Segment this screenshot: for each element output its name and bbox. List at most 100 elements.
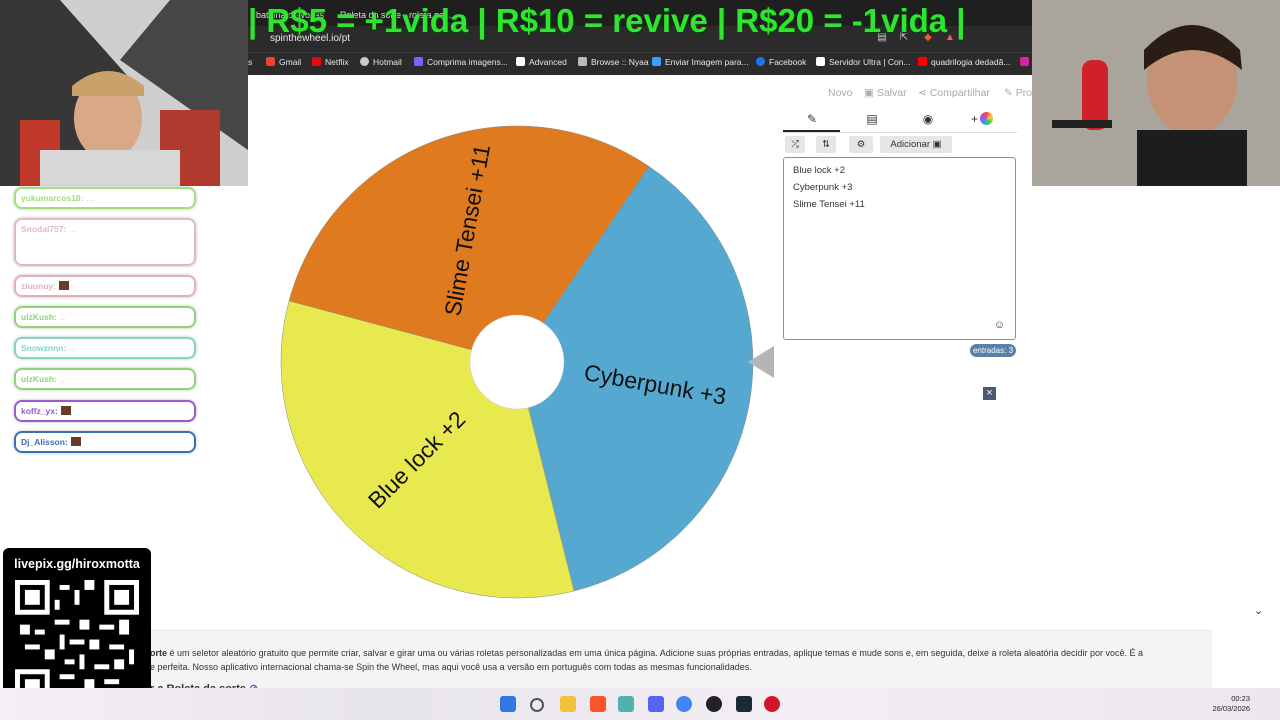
edit-entries-tab[interactable]: ✎ <box>799 112 825 130</box>
share-button[interactable]: ⋖ Compartilhar <box>918 87 990 99</box>
gmail-icon <box>266 57 275 66</box>
webcam-left-image <box>0 0 248 186</box>
color-wheel-icon <box>980 112 993 125</box>
app-icon[interactable] <box>618 696 634 712</box>
pro-button[interactable]: ✎ Pro <box>1004 87 1032 99</box>
chat-text: ... <box>59 312 67 322</box>
media-player-icon[interactable] <box>764 696 780 712</box>
chat-username: ulzKush: <box>21 374 57 384</box>
windows-start-icon[interactable] <box>500 696 516 712</box>
chrome-icon[interactable] <box>676 696 692 712</box>
share-icon: ⋖ <box>918 87 930 99</box>
plus-icon: + <box>970 112 978 126</box>
bookmark-overflow[interactable]: s <box>248 57 252 67</box>
webcam-right <box>1032 0 1280 186</box>
chat-text: ... <box>69 224 77 234</box>
qr-code-icon <box>15 580 139 704</box>
bookmark-comprima[interactable]: Comprima imagens... <box>414 57 508 67</box>
bookmark-enviar-imagem[interactable]: Enviar Imagem para... <box>652 57 749 67</box>
entry-line: Slime Tensei +11 <box>793 199 865 210</box>
description-text: orte é um seletor aleatório gratuito que… <box>150 646 1190 674</box>
bookmark-advanced[interactable]: Advanced <box>516 57 567 67</box>
emoji-icon[interactable]: ☺ <box>994 319 1005 331</box>
sort-button[interactable]: ⇅ <box>816 136 836 153</box>
comprima-icon <box>414 57 423 66</box>
chat-message: Snowznnn:... <box>14 337 196 359</box>
clock-date: 26/03/2026 <box>1212 704 1250 713</box>
discord-icon[interactable] <box>648 696 664 712</box>
bookmark-nyaa[interactable]: Browse :: Nyaa <box>578 57 649 67</box>
hide-tab[interactable]: ◉ <box>915 112 941 130</box>
chat-username: Dj_Alisson: <box>21 437 68 447</box>
chat-username: ziuunuy: <box>21 281 56 291</box>
obs-icon[interactable] <box>706 696 722 712</box>
chat-message: Dj_Alisson: <box>14 431 196 453</box>
bookmark-netflix[interactable]: Netflix <box>312 57 349 67</box>
description-line-2: e perfeita. Nosso aplicativo internacion… <box>150 662 752 672</box>
entry-line: Blue lock +2 <box>793 165 846 176</box>
chat-text: ... <box>69 343 77 353</box>
bookmark-gmail[interactable]: Gmail <box>266 57 301 67</box>
save-button[interactable]: ▣ Salvar <box>864 87 907 99</box>
spin-wheel[interactable]: Slime Tensei +11Cyberpunk +3Blue lock +2 <box>278 122 758 602</box>
close-icon[interactable]: × <box>983 387 996 400</box>
nyaa-icon <box>578 57 587 66</box>
search-icon[interactable] <box>530 698 544 712</box>
chat-message: ulzKush:... <box>14 306 196 328</box>
chat-message: yukumarcos18:... <box>14 187 196 209</box>
chat-message: koffz_yx: <box>14 400 196 422</box>
entries-count-badge: entradas: 3 <box>970 344 1016 357</box>
youtube-icon <box>918 57 927 66</box>
enviar-imagem-icon <box>652 57 661 66</box>
livepix-link: livepix.gg/hiroxmotta <box>14 557 140 571</box>
chat-username: Snowznnn: <box>21 343 67 353</box>
add-wheel-tab[interactable]: + <box>969 112 995 130</box>
chat-text: ... <box>86 193 94 203</box>
taskbar: 00:23 26/03/2026 <box>0 688 1280 720</box>
description-bold: orte <box>150 648 168 658</box>
instagram-icon <box>1020 57 1029 66</box>
wheel-center-hub[interactable] <box>469 314 565 410</box>
pencil-icon: ✎ <box>1004 87 1016 99</box>
active-tab-indicator <box>783 130 840 132</box>
steam-icon[interactable] <box>736 696 752 712</box>
sort-icon: ⇅ <box>822 139 830 150</box>
file-explorer-icon[interactable] <box>560 696 576 712</box>
webcam-left <box>0 0 248 186</box>
add-image-label: Adicionar <box>890 139 930 150</box>
bookmark-servidor-ultra[interactable]: Servidor Ultra | Con... <box>816 57 911 67</box>
entry-line: Cyberpunk +3 <box>793 182 853 193</box>
image-icon: ▣ <box>932 139 942 150</box>
chevron-down-icon[interactable]: ⌄ <box>1254 604 1266 617</box>
chat-message: Snodal757:... <box>14 218 196 266</box>
new-wheel-button[interactable]: Novo <box>828 87 853 99</box>
emote-icon <box>60 406 71 415</box>
settings-button[interactable]: ⚙ <box>849 136 873 153</box>
entries-textarea[interactable]: Blue lock +2 Cyberpunk +3 Slime Tensei +… <box>783 157 1016 340</box>
chat-username: koffz_yx: <box>21 406 58 416</box>
results-tab[interactable]: ▤ <box>859 112 885 130</box>
bookmarks-bar: s Gmail Netflix Hotmail Comprima imagens… <box>248 52 1032 75</box>
chat-username: ulzKush: <box>21 312 57 322</box>
system-clock[interactable]: 00:23 26/03/2026 <box>1212 694 1250 714</box>
donation-banner: | R$5 = +1vida | R$10 = revive | R$20 = … <box>248 2 966 39</box>
add-image-button[interactable]: Adicionar ▣ <box>880 136 952 153</box>
netflix-icon <box>312 57 321 66</box>
bookmark-facebook[interactable]: Facebook <box>756 57 806 67</box>
clipboard-icon: ▤ <box>866 112 878 126</box>
brave-browser-icon[interactable] <box>590 696 606 712</box>
bookmark-hotmail[interactable]: Hotmail <box>360 57 402 67</box>
emote-icon <box>70 437 81 446</box>
hotmail-icon <box>360 57 369 66</box>
chat-username: yukumarcos18: <box>21 193 84 203</box>
chat-username: Snodal757: <box>21 224 67 234</box>
facebook-icon <box>756 57 765 66</box>
gear-icon: ⚙ <box>856 139 866 150</box>
description-section: orte é um seletor aleatório gratuito que… <box>150 630 1212 695</box>
chat-message: ulzKush:... <box>14 368 196 390</box>
bookmark-quadrilogia[interactable]: quadrilogia dedadã... <box>918 57 1010 67</box>
chat-message: ziuunuy: <box>14 275 196 297</box>
bookmark-instagram[interactable] <box>1020 57 1033 67</box>
shuffle-button[interactable]: ⤮ <box>785 136 805 153</box>
eye-off-icon: ◉ <box>922 112 934 126</box>
